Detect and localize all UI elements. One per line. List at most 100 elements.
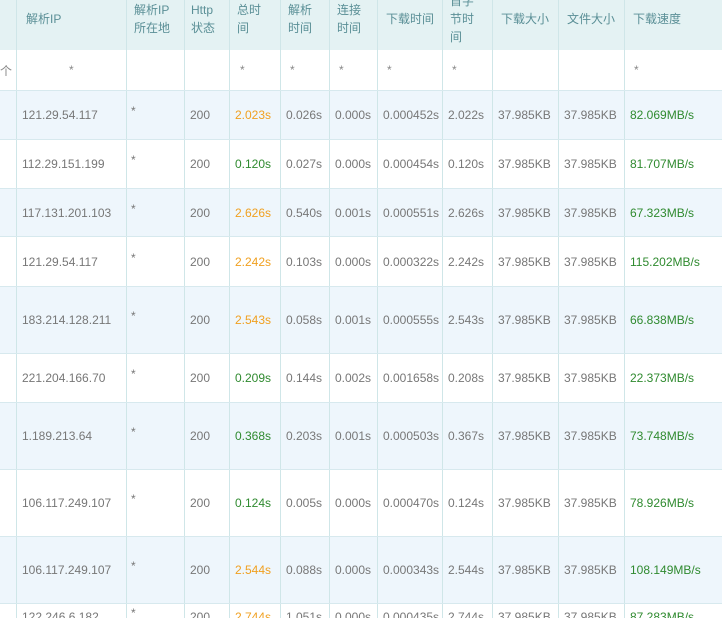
cell-http-status: 200 — [185, 189, 230, 236]
cell-connect-time: 0.001s — [330, 189, 378, 236]
cell-ip-location: * — [127, 140, 185, 188]
cell-download-speed: 82.069MB/s — [630, 108, 695, 122]
table-row[interactable]: 121.29.54.117 * 200 2.242s 0.103s 0.000s… — [0, 236, 722, 286]
filter-resolved-ip[interactable]: * — [17, 50, 127, 90]
cell-text: 200 — [190, 610, 211, 618]
header-download-size[interactable]: 下载大小 — [493, 0, 559, 50]
cell-file-size: 37.985KB — [559, 354, 625, 402]
table-header: 解析IP 解析IP 所在地 Http 状态 总时 间 解析 时间 连接 时间 下… — [0, 0, 722, 50]
location-mark: * — [131, 425, 136, 439]
cell-http-status: 200 — [185, 237, 230, 286]
header-connect-time[interactable]: 连接 时间 — [330, 0, 378, 50]
table-row[interactable]: 117.131.201.103 * 200 2.626s 0.540s 0.00… — [0, 188, 722, 236]
location-mark: * — [131, 606, 136, 618]
table-row[interactable]: 122.246.6.182 * 200 2.744s 1.051s 0.000s… — [0, 603, 722, 618]
cell-connect-time: 0.000s — [330, 91, 378, 139]
cell-dns-time: 0.058s — [281, 287, 330, 353]
header-spacer — [0, 0, 17, 50]
cell-connect-time: 0.000s — [330, 140, 378, 188]
row-spacer — [0, 403, 17, 469]
cell-download-size: 37.985KB — [493, 354, 559, 402]
cell-file-size: 37.985KB — [559, 604, 625, 618]
cell-total-time: 0.124s — [230, 470, 281, 536]
cell-http-status: 200 — [185, 403, 230, 469]
cell-text: 2.744s — [235, 610, 272, 618]
cell-dns-time: 0.005s — [281, 470, 330, 536]
cell-total-time: 2.543s — [230, 287, 281, 353]
cell-download-size: 37.985KB — [493, 189, 559, 236]
header-download-time[interactable]: 下载时间 — [378, 0, 443, 50]
cell-download-speed: 81.707MB/s — [630, 157, 695, 171]
cell-download-size: 37.985KB — [493, 237, 559, 286]
cell-file-size: 37.985KB — [559, 140, 625, 188]
row-spacer — [0, 470, 17, 536]
cell-text: 122.246.6.182 — [22, 610, 99, 618]
cell-first-byte-time: 0.120s — [443, 140, 493, 188]
cell-first-byte-time: 2.242s — [443, 237, 493, 286]
table-row[interactable]: 112.29.151.199 * 200 0.120s 0.027s 0.000… — [0, 139, 722, 188]
cell-file-size: 37.985KB — [559, 189, 625, 236]
filter-download-size[interactable] — [493, 50, 559, 90]
table-row[interactable]: 106.117.249.107 * 200 0.124s 0.005s 0.00… — [0, 469, 722, 536]
filter-download-speed[interactable]: * — [625, 50, 722, 90]
header-total-time[interactable]: 总时 间 — [230, 0, 281, 50]
header-download-speed[interactable]: 下载速度 — [625, 0, 722, 50]
cell-download-size: 37.985KB — [493, 140, 559, 188]
table-row[interactable]: 221.204.166.70 * 200 0.209s 0.144s 0.002… — [0, 353, 722, 402]
cell-download-speed: 73.748MB/s — [630, 429, 695, 443]
cell-total-time: 2.744s — [230, 604, 281, 618]
cell-file-size: 37.985KB — [559, 237, 625, 286]
cell-text: 37.985KB — [498, 610, 551, 618]
cell-total-time: 0.120s — [230, 140, 281, 188]
cell-text: 0.000s — [335, 610, 372, 618]
cell-resolved-ip: 221.204.166.70 — [17, 354, 127, 402]
cell-download-size: 37.985KB — [493, 91, 559, 139]
filter-http-status[interactable] — [185, 50, 230, 90]
cell-total-time: 2.626s — [230, 189, 281, 236]
cell-resolved-ip: 117.131.201.103 — [17, 189, 127, 236]
header-file-size[interactable]: 文件大小 — [559, 0, 625, 50]
header-first-byte-time[interactable]: 首字 节时 间 — [443, 0, 493, 50]
filter-file-size[interactable] — [559, 50, 625, 90]
filter-ip-location[interactable] — [127, 50, 185, 90]
table-row[interactable]: 121.29.54.117 * 200 2.023s 0.026s 0.000s… — [0, 90, 722, 139]
filter-total-time[interactable]: * — [230, 50, 281, 90]
cell-resolved-ip: 121.29.54.117 — [17, 91, 127, 139]
row-spacer — [0, 604, 17, 618]
cell-http-status: 200 — [185, 537, 230, 603]
location-mark: * — [131, 104, 136, 118]
filter-download-time[interactable]: * — [378, 50, 443, 90]
filter-first-byte-time[interactable]: * — [443, 50, 493, 90]
cell-ip-location: * — [127, 237, 185, 286]
table-row[interactable]: 106.117.249.107 * 200 2.544s 0.088s 0.00… — [0, 536, 722, 603]
row-spacer — [0, 537, 17, 603]
table-row[interactable]: 1.189.213.64 * 200 0.368s 0.203s 0.001s … — [0, 402, 722, 469]
row-spacer — [0, 354, 17, 402]
cell-first-byte-time: 0.124s — [443, 470, 493, 536]
cell-ip-location: * — [127, 470, 185, 536]
cell-ip-location: * — [127, 604, 185, 618]
cell-download-time: 0.000551s — [378, 189, 443, 236]
cell-download-time: 0.000454s — [378, 140, 443, 188]
cell-download-time: 0.000503s — [378, 403, 443, 469]
cell-file-size: 37.985KB — [559, 470, 625, 536]
cell-ip-location: * — [127, 91, 185, 139]
header-resolved-ip[interactable]: 解析IP — [17, 0, 127, 50]
location-mark: * — [131, 250, 136, 265]
header-ip-location[interactable]: 解析IP 所在地 — [127, 0, 185, 50]
cell-download-time: 0.000470s — [378, 470, 443, 536]
filter-connect-time[interactable]: * — [330, 50, 378, 90]
header-http-status[interactable]: Http 状态 — [185, 0, 230, 50]
filter-dns-time[interactable]: * — [281, 50, 330, 90]
table-row[interactable]: 183.214.128.211 * 200 2.543s 0.058s 0.00… — [0, 286, 722, 353]
cell-text: 2.744s — [448, 610, 485, 618]
cell-dns-time: 0.027s — [281, 140, 330, 188]
cell-http-status: 200 — [185, 91, 230, 139]
cell-total-time: 2.544s — [230, 537, 281, 603]
location-mark: * — [131, 367, 136, 381]
cell-dns-time: 0.103s — [281, 237, 330, 286]
location-mark: * — [131, 492, 136, 506]
cell-ip-location: * — [127, 287, 185, 353]
header-dns-time[interactable]: 解析 时间 — [281, 0, 330, 50]
cell-http-status: 200 — [185, 604, 230, 618]
